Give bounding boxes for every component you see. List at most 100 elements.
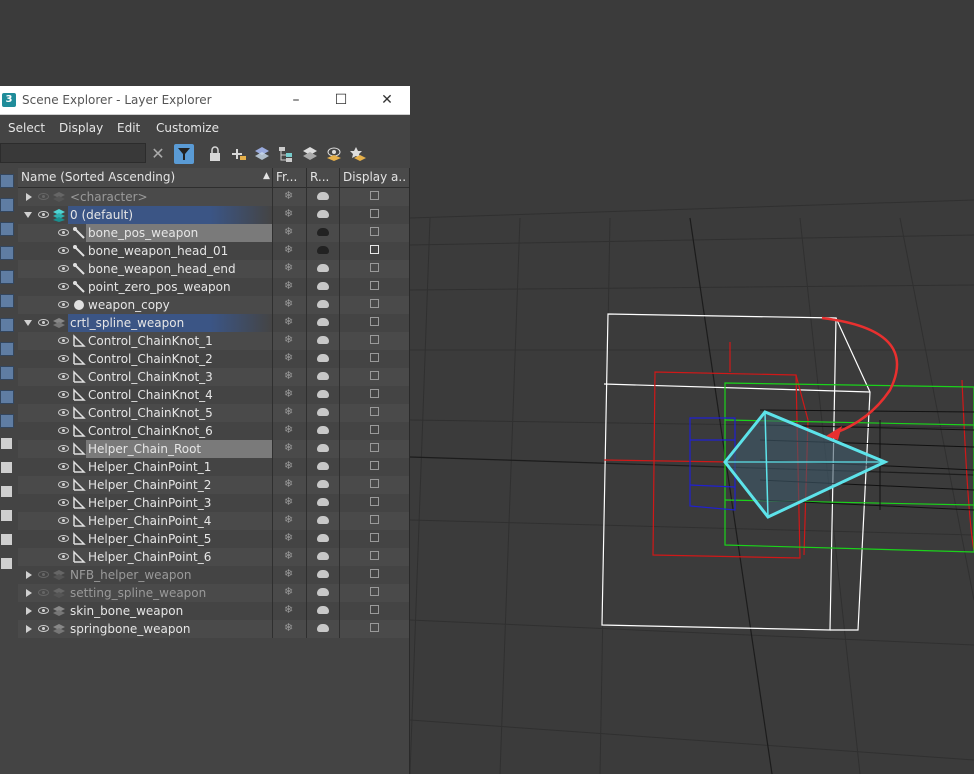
renderable-teapot-icon[interactable] — [317, 624, 329, 632]
display-box-icon[interactable] — [370, 461, 379, 470]
clear-icon[interactable]: ✕ — [148, 144, 168, 164]
object-row[interactable]: Control_ChainKnot_2 ❄ — [18, 350, 409, 368]
freeze-icon[interactable]: ❄ — [284, 477, 293, 490]
layer-row[interactable]: springbone_weapon ❄ — [18, 620, 409, 638]
renderable-teapot-icon[interactable] — [317, 300, 329, 308]
renderable-teapot-icon[interactable] — [317, 498, 329, 506]
row-name[interactable]: Control_ChainKnot_5 — [88, 406, 213, 420]
row-name[interactable]: Control_ChainKnot_2 — [88, 352, 213, 366]
freeze-icon[interactable]: ❄ — [284, 207, 293, 220]
helpers-icon[interactable] — [0, 270, 14, 284]
display-box-icon[interactable] — [370, 407, 379, 416]
spacewarps-icon[interactable] — [0, 294, 14, 308]
display-box-icon[interactable] — [370, 263, 379, 272]
visibility-icon[interactable] — [0, 414, 14, 428]
row-name[interactable]: Helper_ChainPoint_5 — [88, 532, 211, 546]
freeze-icon[interactable]: ❄ — [284, 405, 293, 418]
collapse-icon[interactable] — [24, 212, 32, 218]
display-box-icon[interactable] — [370, 389, 379, 398]
row-name[interactable]: Helper_Chain_Root — [88, 442, 201, 456]
display-box-icon[interactable] — [370, 425, 379, 434]
display-box-icon[interactable] — [370, 551, 379, 560]
filter-icon[interactable] — [174, 144, 194, 164]
display-box-icon[interactable] — [370, 371, 379, 380]
object-row[interactable]: Helper_ChainPoint_1 ❄ — [18, 458, 409, 476]
object-row[interactable]: Control_ChainKnot_3 ❄ — [18, 368, 409, 386]
row-name[interactable]: Helper_ChainPoint_3 — [88, 496, 211, 510]
visibility-eye-icon[interactable] — [58, 301, 69, 308]
object-row[interactable]: Control_ChainKnot_1 ❄ — [18, 332, 409, 350]
renderable-teapot-icon[interactable] — [317, 534, 329, 542]
freeze-icon[interactable]: ❄ — [284, 459, 293, 472]
cameras-icon[interactable] — [0, 246, 14, 260]
renderable-teapot-icon[interactable] — [317, 192, 329, 200]
expand-icon[interactable] — [26, 571, 32, 579]
visibility-eye-icon[interactable] — [58, 481, 69, 488]
row-name[interactable]: springbone_weapon — [70, 622, 190, 636]
renderable-teapot-icon[interactable] — [317, 246, 329, 254]
freeze-icon[interactable]: ❄ — [284, 189, 293, 202]
freeze-icon[interactable]: ❄ — [284, 261, 293, 274]
row-name[interactable]: bone_weapon_head_01 — [88, 244, 228, 258]
display-box-icon[interactable] — [370, 515, 379, 524]
object-row[interactable]: Helper_ChainPoint_5 ❄ — [18, 530, 409, 548]
layer-row[interactable]: NFB_helper_weapon ❄ — [18, 566, 409, 584]
freeze-icon[interactable]: ❄ — [284, 225, 293, 238]
object-row[interactable]: bone_weapon_head_01 ❄ — [18, 242, 409, 260]
close-icon[interactable]: ✕ — [377, 90, 397, 110]
lights-icon[interactable] — [0, 222, 14, 236]
renderable-teapot-icon[interactable] — [317, 282, 329, 290]
display-box-icon[interactable] — [370, 569, 379, 578]
object-row[interactable]: weapon_copy ❄ — [18, 296, 409, 314]
freeze-icon[interactable]: ❄ — [284, 441, 293, 454]
visibility-eye-icon[interactable] — [58, 445, 69, 452]
column-renderable[interactable]: R... — [310, 170, 338, 184]
row-name[interactable]: point_zero_pos_weapon — [88, 280, 231, 294]
display-box-icon[interactable] — [370, 497, 379, 506]
visibility-eye-icon[interactable] — [58, 337, 69, 344]
row-name[interactable]: Helper_ChainPoint_6 — [88, 550, 211, 564]
renderable-teapot-icon[interactable] — [317, 210, 329, 218]
row-name[interactable]: Helper_ChainPoint_4 — [88, 514, 211, 528]
visibility-eye-icon[interactable] — [58, 265, 69, 272]
add-to-layer-icon[interactable] — [228, 144, 248, 164]
freeze-icon[interactable]: ❄ — [284, 531, 293, 544]
folder-icon[interactable] — [1, 558, 12, 569]
visibility-eye-icon[interactable] — [58, 283, 69, 290]
row-name[interactable]: Helper_ChainPoint_1 — [88, 460, 211, 474]
freeze-icon[interactable]: ❄ — [284, 585, 293, 598]
menu-select[interactable]: Select — [8, 121, 45, 135]
visibility-eye-icon[interactable] — [58, 427, 69, 434]
renderable-teapot-icon[interactable] — [317, 588, 329, 596]
freeze-icon[interactable]: ❄ — [284, 549, 293, 562]
freeze-icon[interactable]: ❄ — [284, 315, 293, 328]
renderable-teapot-icon[interactable] — [317, 516, 329, 524]
visibility-eye-icon[interactable] — [58, 535, 69, 542]
freeze-icon[interactable]: ❄ — [284, 567, 293, 580]
object-row[interactable]: Helper_ChainPoint_2 ❄ — [18, 476, 409, 494]
menu-edit[interactable]: Edit — [117, 121, 140, 135]
invert-icon[interactable] — [1, 486, 12, 497]
row-name[interactable]: Control_ChainKnot_1 — [88, 334, 213, 348]
select-none-icon[interactable] — [1, 462, 12, 473]
expand-icon[interactable] — [26, 193, 32, 201]
visibility-eye-icon[interactable] — [38, 319, 49, 326]
row-name[interactable]: bone_pos_weapon — [88, 226, 198, 240]
shapes-icon[interactable] — [0, 198, 14, 212]
renderable-teapot-icon[interactable] — [317, 354, 329, 362]
search-input[interactable] — [0, 143, 146, 163]
row-name[interactable]: 0 (default) — [70, 208, 133, 222]
row-name[interactable]: skin_bone_weapon — [70, 604, 183, 618]
layer-row[interactable]: <character> ❄ — [18, 188, 409, 206]
display-box-icon[interactable] — [370, 209, 379, 218]
menu-customize[interactable]: Customize — [156, 121, 219, 135]
visibility-eye-icon[interactable] — [38, 571, 49, 578]
visibility-eye-icon[interactable] — [58, 409, 69, 416]
visibility-eye-icon[interactable] — [58, 553, 69, 560]
object-row[interactable]: bone_pos_weapon ❄ — [18, 224, 409, 242]
freeze-icon[interactable]: ❄ — [284, 369, 293, 382]
select-all-icon[interactable] — [1, 438, 12, 449]
column-name[interactable]: Name (Sorted Ascending) — [21, 170, 261, 184]
object-row[interactable]: Helper_ChainPoint_4 ❄ — [18, 512, 409, 530]
row-name[interactable]: Helper_ChainPoint_2 — [88, 478, 211, 492]
